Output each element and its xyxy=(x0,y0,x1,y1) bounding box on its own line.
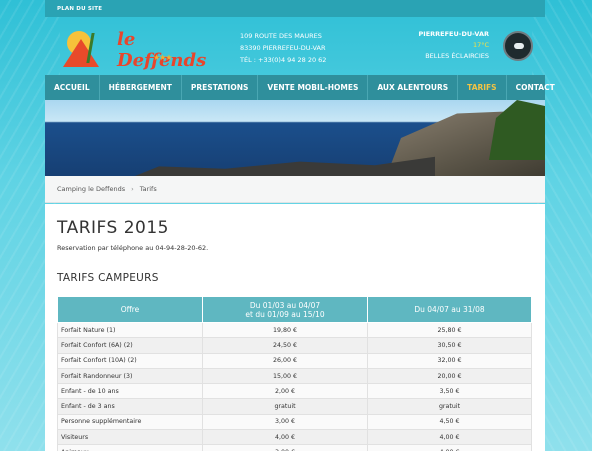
price-cell: 19,80 € xyxy=(202,321,368,339)
header-low-season: Du 01/03 au 04/07 et du 01/09 au 15/10 xyxy=(202,296,368,323)
offer-name-cell: Enfant - de 10 ans xyxy=(57,383,203,400)
weather-city: PIERREFEU-DU-VAR xyxy=(418,30,489,38)
page-title: TARIFS 2015 xyxy=(57,218,169,238)
price-cell: 30,50 € xyxy=(367,337,532,354)
hero-banner xyxy=(45,100,545,176)
header: le Deffends ★★★ 109 ROUTE DES MAURES 833… xyxy=(45,17,545,75)
main-nav: ACCUEIL HÉBERGEMENT PRESTATIONS VENTE MO… xyxy=(45,75,555,100)
weather-widget: PIERREFEU-DU-VAR 17°C BELLES ÉCLAIRCIES xyxy=(419,29,489,62)
price-cell: 3,50 € xyxy=(367,383,532,400)
breadcrumb-home[interactable]: Camping le Deffends xyxy=(57,185,125,193)
price-cell: gratuit xyxy=(202,398,368,415)
price-cell: 26,00 € xyxy=(202,352,368,369)
offer-name-cell: Personne supplémentaire xyxy=(57,413,203,431)
nav-accueil[interactable]: ACCUEIL xyxy=(45,75,100,100)
logo[interactable]: le Deffends ★★★ xyxy=(63,21,206,71)
price-cell: 4,50 € xyxy=(367,413,532,431)
cloud-icon xyxy=(503,31,533,61)
page-wrapper: PLAN DU SITE le Deffends ★★★ 109 ROUTE D… xyxy=(45,0,555,451)
weather-temp: 17°C xyxy=(472,41,489,49)
logo-stars: ★★★ xyxy=(153,53,172,62)
nav-vente-mobil-homes[interactable]: VENTE MOBIL-HOMES xyxy=(258,75,369,100)
breadcrumb-separator: › xyxy=(131,185,134,193)
table-header-row: Offre Du 01/03 au 04/07 et du 01/09 au 1… xyxy=(57,296,532,323)
price-cell: 32,00 € xyxy=(367,352,532,369)
table-row: Visiteurs 4,00 €4,00 € xyxy=(57,429,532,446)
nav-contact[interactable]: CONTACT xyxy=(507,75,564,100)
table-row: Animaux3,00 €4,00 € xyxy=(57,444,532,451)
logo-name: le Deffends xyxy=(117,29,207,71)
offer-name-cell: Animaux xyxy=(57,444,203,451)
tariffs-table: Offre Du 01/03 au 04/07 et du 01/09 au 1… xyxy=(57,296,532,451)
header-high-season: Du 04/07 au 31/08 xyxy=(367,296,532,323)
offer-name-cell: Enfant - de 3 ans xyxy=(57,398,203,415)
address-line: 109 ROUTE DES MAURES xyxy=(240,32,322,40)
nav-hebergement[interactable]: HÉBERGEMENT xyxy=(100,75,182,100)
intro-text: Reservation par téléphone au 04-94-28-20… xyxy=(57,244,209,252)
price-cell: 20,00 € xyxy=(367,367,532,385)
price-cell: 4,00 € xyxy=(367,444,532,451)
nav-tarifs[interactable]: TARIFS xyxy=(458,75,507,100)
offer-name-cell: Visiteurs xyxy=(57,429,203,446)
offer-name-cell: Forfait Nature (1) xyxy=(57,321,203,339)
price-cell: 4,00 € xyxy=(367,429,532,446)
main-content: TARIFS 2015 Reservation par téléphone au… xyxy=(45,204,545,451)
table-row: Personne supplémentaire 3,00 €4,50 € xyxy=(57,413,532,431)
price-cell: 3,00 € xyxy=(202,444,368,451)
top-bar: PLAN DU SITE xyxy=(45,0,545,17)
nav-aux-alentours[interactable]: AUX ALENTOURS xyxy=(368,75,459,100)
table-row: Forfait Randonneur (3) 15,00 €20,00 € xyxy=(57,367,532,385)
price-cell: 4,00 € xyxy=(202,429,368,446)
table-row: Forfait Nature (1) 19,80 €25,80 € xyxy=(57,321,532,339)
breadcrumb-current: Tarifs xyxy=(139,185,157,193)
price-cell: 15,00 € xyxy=(202,367,368,385)
banner-rocks xyxy=(135,156,435,176)
sitemap-link[interactable]: PLAN DU SITE xyxy=(57,6,102,12)
table-row: Forfait Confort (6A) (2) 24,50 €30,50 € xyxy=(57,337,532,354)
price-cell: 3,00 € xyxy=(202,413,368,431)
header-offre: Offre xyxy=(57,296,203,323)
offer-name-cell: Forfait Confort (10A) (2) xyxy=(57,352,203,369)
price-cell: 2,00 € xyxy=(202,383,368,400)
address-block: 109 ROUTE DES MAURES 83390 PIERREFEU-DU-… xyxy=(240,30,326,66)
price-cell: 25,80 € xyxy=(367,321,532,339)
offer-name-cell: Forfait Randonneur (3) xyxy=(57,367,203,385)
section-title: TARIFS CAMPEURS xyxy=(57,272,159,284)
table-row: Enfant - de 10 ans 2,00 €3,50 € xyxy=(57,383,532,400)
table-row: Forfait Confort (10A) (2) 26,00 €32,00 € xyxy=(57,352,532,369)
offer-name-cell: Forfait Confort (6A) (2) xyxy=(57,337,203,354)
table-row: Enfant - de 3 ans gratuit gratuit xyxy=(57,398,532,415)
nav-prestations[interactable]: PRESTATIONS xyxy=(182,75,259,100)
price-cell: 24,50 € xyxy=(202,337,368,354)
address-line: 83390 PIERREFEU-DU-VAR xyxy=(240,44,326,52)
phone-line: TÉL : +33(0)4 94 28 20 62 xyxy=(240,56,327,64)
price-cell: gratuit xyxy=(367,398,532,415)
weather-desc: BELLES ÉCLAIRCIES xyxy=(425,52,489,60)
breadcrumb: Camping le Deffends › Tarifs xyxy=(45,176,545,203)
